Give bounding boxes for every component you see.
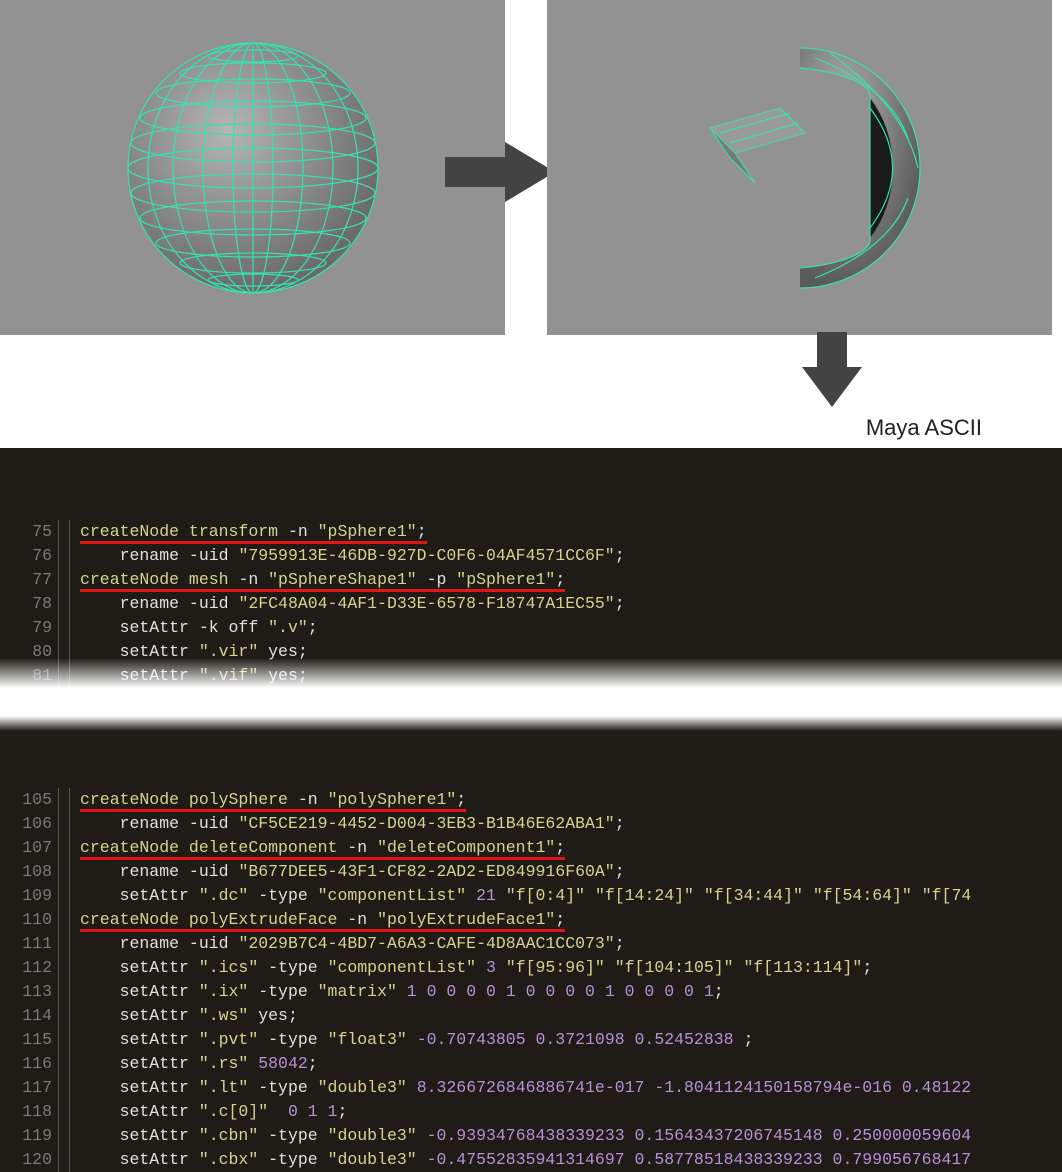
code-block-2: 105 createNode polySphere -n "polySphere1… <box>0 716 1062 1172</box>
code-text: createNode polyExtrudeFace -n "polyExtru… <box>70 908 565 932</box>
code-line: 116 setAttr ".rs" 58042; <box>0 1052 1062 1076</box>
code-text: setAttr -k off ".v"; <box>70 616 318 640</box>
code-block-1: 75 createNode transform -n "pSphere1";76 … <box>0 448 1062 688</box>
code-text: setAttr ".cbn" -type "double3" -0.939347… <box>70 1124 971 1148</box>
code-line: 113 setAttr ".ix" -type "matrix" 1 0 0 0… <box>0 980 1062 1004</box>
code-line: 120 setAttr ".cbx" -type "double3" -0.47… <box>0 1148 1062 1172</box>
code-line: 106 rename -uid "CF5CE219-4452-D004-3EB3… <box>0 812 1062 836</box>
line-number: 110 <box>0 908 58 932</box>
code-text: setAttr ".dc" -type "componentList" 21 "… <box>70 884 971 908</box>
code-line: 110 createNode polyExtrudeFace -n "polyEx… <box>0 908 1062 932</box>
code-text: rename -uid "CF5CE219-4452-D004-3EB3-B1B… <box>70 812 625 836</box>
line-number: 106 <box>0 812 58 836</box>
code-text: setAttr ".ix" -type "matrix" 1 0 0 0 0 1… <box>70 980 724 1004</box>
code-section: 75 createNode transform -n "pSphere1";76 … <box>0 448 1062 1172</box>
diagram-section <box>0 0 1062 335</box>
code-line: 108 rename -uid "B677DEE5-43F1-CF82-2AD2… <box>0 860 1062 884</box>
code-text: createNode polySphere -n "polySphere1"; <box>70 788 466 812</box>
code-text: setAttr ".rs" 58042; <box>70 1052 318 1076</box>
line-number: 115 <box>0 1028 58 1052</box>
code-text: setAttr ".ws" yes; <box>70 1004 298 1028</box>
line-number: 118 <box>0 1100 58 1124</box>
line-number: 77 <box>0 568 58 592</box>
code-line: 78 rename -uid "2FC48A04-4AF1-D33E-6578-… <box>0 592 1062 616</box>
viewport-before <box>0 0 505 335</box>
line-number: 75 <box>0 520 58 544</box>
line-number: 111 <box>0 932 58 956</box>
sphere-wireframe-icon <box>123 38 383 298</box>
line-number: 119 <box>0 1124 58 1148</box>
code-text: rename -uid "B677DEE5-43F1-CF82-2AD2-ED8… <box>70 860 625 884</box>
arrow-right-icon <box>445 142 555 202</box>
code-text: setAttr ".c[0]" 0 1 1; <box>70 1100 347 1124</box>
line-number: 107 <box>0 836 58 860</box>
code-line: 105 createNode polySphere -n "polySphere1… <box>0 788 1062 812</box>
code-line: 79 setAttr -k off ".v"; <box>0 616 1062 640</box>
code-line: 119 setAttr ".cbn" -type "double3" -0.93… <box>0 1124 1062 1148</box>
code-text: setAttr ".cbx" -type "double3" -0.475528… <box>70 1148 971 1172</box>
line-number: 120 <box>0 1148 58 1172</box>
maya-ascii-label: Maya ASCII <box>866 415 982 441</box>
viewport-after <box>547 0 1052 335</box>
code-line: 81 setAttr ".vif" yes; <box>0 664 1062 688</box>
code-text: createNode transform -n "pSphere1"; <box>70 520 427 544</box>
line-number: 76 <box>0 544 58 568</box>
code-text: rename -uid "2029B7C4-4BD7-A6A3-CAFE-4D8… <box>70 932 625 956</box>
code-line: 80 setAttr ".vir" yes; <box>0 640 1062 664</box>
line-number: 78 <box>0 592 58 616</box>
code-line: 75 createNode transform -n "pSphere1"; <box>0 520 1062 544</box>
line-number: 81 <box>0 664 58 688</box>
line-number: 112 <box>0 956 58 980</box>
code-line: 112 setAttr ".ics" -type "componentList"… <box>0 956 1062 980</box>
code-line: 109 setAttr ".dc" -type "componentList" … <box>0 884 1062 908</box>
code-text: rename -uid "2FC48A04-4AF1-D33E-6578-F18… <box>70 592 625 616</box>
code-line: 76 rename -uid "7959913E-46DB-927D-C0F6-… <box>0 544 1062 568</box>
line-number: 117 <box>0 1076 58 1100</box>
code-text: createNode mesh -n "pSphereShape1" -p "p… <box>70 568 565 592</box>
line-number: 109 <box>0 884 58 908</box>
line-number: 79 <box>0 616 58 640</box>
line-number: 80 <box>0 640 58 664</box>
code-text: setAttr ".vir" yes; <box>70 640 308 664</box>
code-line: 118 setAttr ".c[0]" 0 1 1; <box>0 1100 1062 1124</box>
code-line: 107 createNode deleteComponent -n "delete… <box>0 836 1062 860</box>
code-line: 111 rename -uid "2029B7C4-4BD7-A6A3-CAFE… <box>0 932 1062 956</box>
code-text: setAttr ".vif" yes; <box>70 664 308 688</box>
line-number: 108 <box>0 860 58 884</box>
line-number: 105 <box>0 788 58 812</box>
code-text: setAttr ".lt" -type "double3" 8.32667268… <box>70 1076 971 1100</box>
code-text: rename -uid "7959913E-46DB-927D-C0F6-04A… <box>70 544 625 568</box>
code-line: 77 createNode mesh -n "pSphereShape1" -p … <box>0 568 1062 592</box>
code-line: 117 setAttr ".lt" -type "double3" 8.3266… <box>0 1076 1062 1100</box>
line-number: 116 <box>0 1052 58 1076</box>
code-line: 114 setAttr ".ws" yes; <box>0 1004 1062 1028</box>
code-text: createNode deleteComponent -n "deleteCom… <box>70 836 565 860</box>
code-text: setAttr ".ics" -type "componentList" 3 "… <box>70 956 872 980</box>
code-line: 115 setAttr ".pvt" -type "float3" -0.707… <box>0 1028 1062 1052</box>
code-text: setAttr ".pvt" -type "float3" -0.7074380… <box>70 1028 753 1052</box>
arrow-down-icon <box>802 332 862 407</box>
line-number: 113 <box>0 980 58 1004</box>
modified-sphere-icon <box>670 38 930 298</box>
line-number: 114 <box>0 1004 58 1028</box>
